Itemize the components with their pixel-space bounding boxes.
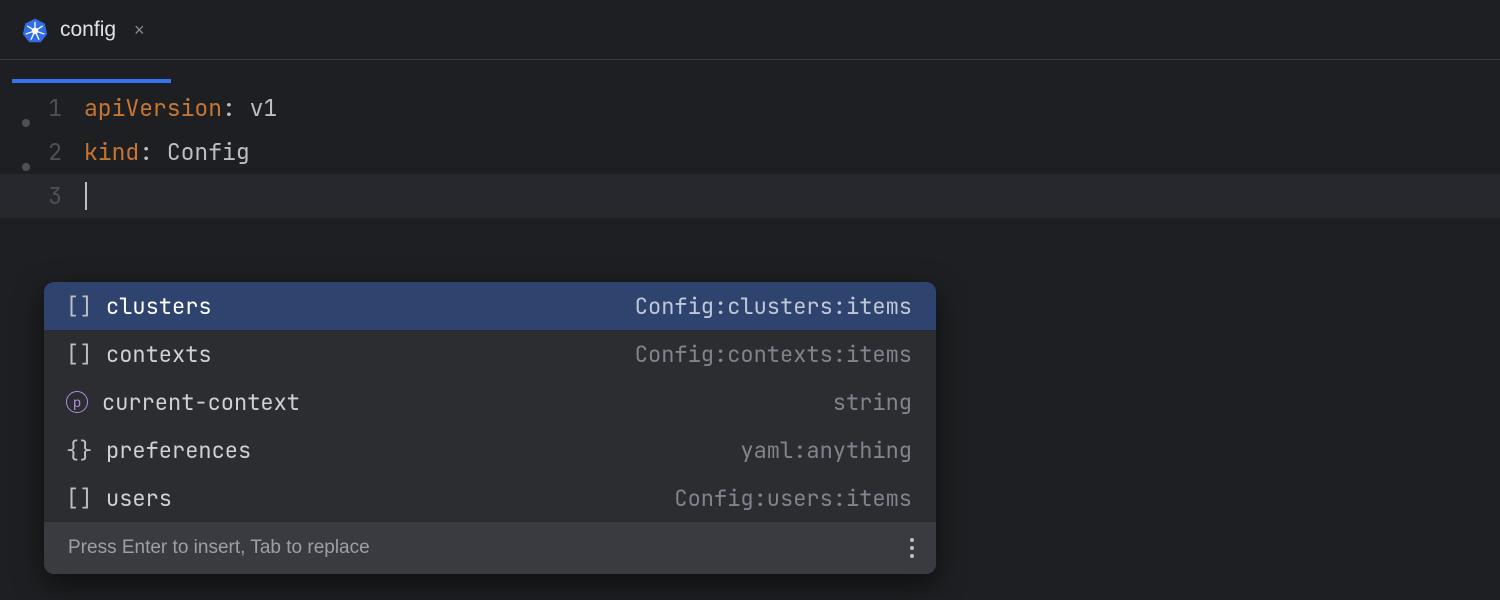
autocomplete-label: clusters [106, 292, 212, 321]
autocomplete-popup: [] clusters Config:clusters:items [] con… [44, 282, 936, 574]
code-line: 2 kind : Config [0, 130, 1500, 174]
code-line: 3 [0, 174, 1500, 218]
line-number: 2 [48, 137, 62, 167]
object-icon: {} [66, 436, 92, 465]
close-icon[interactable]: × [134, 21, 145, 39]
line-number: 1 [48, 93, 62, 123]
line-number: 3 [48, 181, 62, 211]
gutter-marker-icon [22, 119, 30, 127]
array-icon: [] [66, 292, 92, 321]
yaml-value: Config [167, 137, 250, 167]
autocomplete-footer: Press Enter to insert, Tab to replace [44, 522, 936, 574]
tab-title: config [60, 18, 116, 42]
array-icon: [] [66, 484, 92, 513]
autocomplete-type: Config:users:items [674, 484, 912, 513]
text-caret [85, 182, 87, 210]
autocomplete-type: string [833, 388, 912, 417]
gutter[interactable]: 3 [0, 181, 84, 211]
autocomplete-item[interactable]: [] clusters Config:clusters:items [44, 282, 936, 330]
array-icon: [] [66, 340, 92, 369]
autocomplete-item[interactable]: p current-context string [44, 378, 936, 426]
tab-bar: config × [0, 0, 1500, 60]
more-options-icon[interactable] [904, 532, 920, 564]
autocomplete-hint: Press Enter to insert, Tab to replace [68, 537, 370, 559]
autocomplete-label: users [106, 484, 172, 513]
yaml-key: apiVersion [84, 93, 222, 123]
yaml-key: kind [84, 137, 139, 167]
autocomplete-label: contexts [106, 340, 212, 369]
yaml-value: v1 [250, 93, 278, 123]
gutter[interactable]: 2 [0, 137, 84, 167]
tab-config[interactable]: config × [0, 0, 163, 59]
autocomplete-type: Config:clusters:items [635, 292, 912, 321]
yaml-colon: : [222, 93, 250, 123]
autocomplete-type: yaml:anything [740, 436, 912, 465]
gutter-marker-icon [22, 163, 30, 171]
autocomplete-item[interactable]: [] users Config:users:items [44, 474, 936, 522]
autocomplete-type: Config:contexts:items [635, 340, 912, 369]
kubernetes-icon [22, 17, 48, 43]
autocomplete-item[interactable]: [] contexts Config:contexts:items [44, 330, 936, 378]
property-icon: p [66, 391, 88, 413]
autocomplete-item[interactable]: {} preferences yaml:anything [44, 426, 936, 474]
gutter[interactable]: 1 [0, 93, 84, 123]
code-line: 1 apiVersion : v1 [0, 86, 1500, 130]
yaml-colon: : [139, 137, 167, 167]
autocomplete-label: preferences [106, 436, 251, 465]
autocomplete-label: current-context [102, 388, 300, 417]
code-editor[interactable]: 1 apiVersion : v1 2 kind : Config 3 [] c… [0, 60, 1500, 218]
